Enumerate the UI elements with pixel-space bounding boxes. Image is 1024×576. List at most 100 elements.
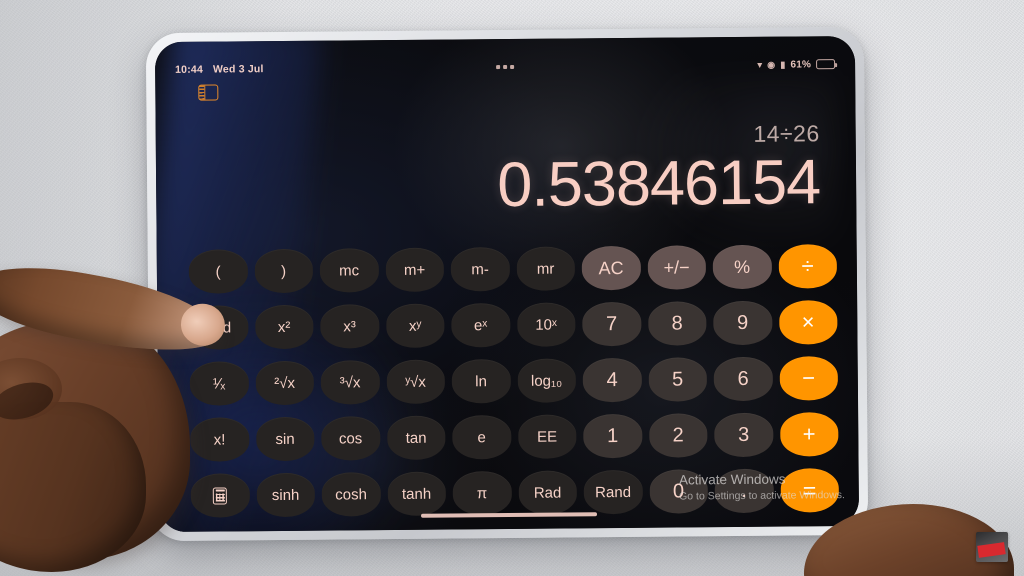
key-sign-toggle[interactable]: +/− bbox=[647, 245, 707, 290]
key-sin[interactable]: sin bbox=[255, 416, 315, 462]
key-second-function[interactable]: 2nd bbox=[189, 305, 249, 350]
key-cos[interactable]: cos bbox=[321, 416, 381, 461]
key-6-label: 6 bbox=[737, 367, 749, 390]
key-add[interactable]: + bbox=[779, 412, 839, 457]
key-percent[interactable]: % bbox=[712, 244, 772, 290]
key-2[interactable]: 2 bbox=[648, 413, 708, 458]
key-m-plus-label: m+ bbox=[403, 261, 426, 279]
multitask-dot bbox=[496, 65, 501, 70]
key-euler-label: e bbox=[477, 428, 486, 446]
key-x-squared[interactable]: x² bbox=[254, 304, 314, 350]
key-nth-root[interactable]: ʸ√x bbox=[386, 359, 446, 405]
calculator-display: 14÷26 0.53846154 bbox=[496, 120, 821, 221]
key-square-root[interactable]: ²√x bbox=[255, 360, 315, 406]
key-8-label: 8 bbox=[671, 311, 683, 335]
display-expression: 14÷26 bbox=[753, 120, 820, 147]
split-view-pane-right bbox=[205, 86, 217, 100]
key-cosh[interactable]: cosh bbox=[321, 472, 381, 517]
key-factorial[interactable]: x! bbox=[190, 417, 250, 462]
key-nth-root-label: ʸ√x bbox=[405, 373, 426, 391]
status-date: Wed 3 Jul bbox=[212, 63, 264, 76]
key-factorial-label: x! bbox=[213, 430, 226, 449]
key-random-label: Rand bbox=[595, 483, 632, 501]
status-time: 10:44 bbox=[175, 63, 204, 76]
key-cube-root-label: ³√x bbox=[339, 373, 361, 391]
key-calculator-mode[interactable] bbox=[190, 473, 250, 518]
key-1[interactable]: 1 bbox=[583, 413, 643, 459]
key-ten-power-x[interactable]: 10ˣ bbox=[516, 302, 576, 347]
windows-activation-watermark: Activate Windows Go to Settings to activ… bbox=[679, 470, 845, 504]
key-5[interactable]: 5 bbox=[648, 357, 708, 402]
split-view-icon[interactable] bbox=[198, 84, 219, 101]
key-m-plus[interactable]: m+ bbox=[385, 247, 445, 293]
key-x-power-y-label: xʸ bbox=[408, 317, 422, 335]
key-9-label: 9 bbox=[736, 311, 749, 334]
key-m-minus[interactable]: m- bbox=[450, 246, 510, 292]
signal-icon: ▮ bbox=[780, 59, 786, 70]
key-x-power-y[interactable]: xʸ bbox=[385, 303, 445, 349]
multitask-dot bbox=[503, 64, 508, 70]
key-6[interactable]: 6 bbox=[713, 356, 773, 402]
key-pi-label: π bbox=[476, 484, 488, 502]
key-divide-label: ÷ bbox=[801, 253, 814, 279]
tablet-screen[interactable]: 10:44 Wed 3 Jul ▾ ◉ ▮ 61% 14÷26 0.538461… bbox=[154, 35, 860, 533]
key-tan[interactable]: tan bbox=[386, 415, 446, 461]
battery-percent-label: 61% bbox=[790, 58, 812, 71]
wifi-icon: ▾ bbox=[757, 59, 763, 70]
key-add-label: + bbox=[802, 421, 816, 447]
key-mr[interactable]: mr bbox=[516, 246, 576, 291]
key-4[interactable]: 4 bbox=[582, 357, 642, 403]
key-subtract[interactable]: − bbox=[779, 356, 839, 401]
key-mc[interactable]: mc bbox=[319, 248, 379, 293]
corner-thumbnail bbox=[976, 532, 1008, 562]
key-reciprocal[interactable]: ¹⁄ₓ bbox=[189, 361, 249, 406]
key-all-clear[interactable]: AC bbox=[581, 245, 641, 291]
key-log-base-10[interactable]: log₁₀ bbox=[517, 358, 577, 403]
activation-title: Activate Windows bbox=[678, 471, 786, 488]
key-natural-log[interactable]: ln bbox=[451, 358, 511, 404]
key-x-squared-label: x² bbox=[277, 318, 291, 336]
key-exponent[interactable]: EE bbox=[517, 414, 577, 459]
photo-scene: 10:44 Wed 3 Jul ▾ ◉ ▮ 61% 14÷26 0.538461… bbox=[0, 0, 1024, 576]
key-x-cubed[interactable]: x³ bbox=[320, 304, 380, 349]
key-2-label: 2 bbox=[672, 423, 684, 447]
key-reciprocal-label: ¹⁄ₓ bbox=[212, 374, 226, 393]
key-second-function-label: 2nd bbox=[206, 318, 232, 337]
key-close-paren[interactable]: ) bbox=[254, 248, 314, 294]
key-divide[interactable]: ÷ bbox=[778, 244, 838, 289]
key-square-root-label: ²√x bbox=[274, 374, 296, 392]
key-7[interactable]: 7 bbox=[582, 301, 642, 347]
key-natural-log-label: ln bbox=[475, 372, 488, 390]
key-cube-root[interactable]: ³√x bbox=[320, 360, 380, 405]
rotation-lock-icon: ◉ bbox=[767, 59, 776, 70]
thumbnail-ribbon bbox=[977, 542, 1006, 558]
key-random[interactable]: Rand bbox=[583, 469, 643, 515]
key-9[interactable]: 9 bbox=[713, 300, 773, 346]
key-multiply-label: × bbox=[801, 309, 815, 335]
key-ten-power-x-label: 10ˣ bbox=[535, 316, 557, 334]
key-tanh-label: tanh bbox=[401, 485, 432, 503]
key-open-paren[interactable]: ( bbox=[188, 249, 248, 294]
tablet-device: 10:44 Wed 3 Jul ▾ ◉ ▮ 61% 14÷26 0.538461… bbox=[145, 26, 869, 542]
display-result: 0.53846154 bbox=[496, 147, 821, 221]
key-sinh-label: sinh bbox=[271, 486, 300, 504]
multitask-dot bbox=[510, 64, 515, 69]
key-3[interactable]: 3 bbox=[714, 412, 774, 458]
key-sign-toggle-label: +/− bbox=[663, 256, 690, 278]
key-3-label: 3 bbox=[737, 423, 750, 446]
status-bar-right: ▾ ◉ ▮ 61% bbox=[757, 58, 836, 71]
key-radians-label: Rad bbox=[533, 484, 562, 502]
key-cosh-label: cosh bbox=[335, 485, 367, 504]
key-pi[interactable]: π bbox=[452, 470, 512, 516]
key-tanh[interactable]: tanh bbox=[387, 471, 447, 517]
key-e-power-x[interactable]: eˣ bbox=[451, 302, 511, 348]
key-radians[interactable]: Rad bbox=[518, 470, 578, 515]
key-m-minus-label: m- bbox=[471, 260, 489, 278]
key-log-base-10-label: log₁₀ bbox=[530, 372, 563, 390]
key-multiply[interactable]: × bbox=[778, 300, 838, 345]
key-8[interactable]: 8 bbox=[647, 301, 707, 346]
key-euler[interactable]: e bbox=[452, 414, 512, 460]
key-open-paren-label: ( bbox=[215, 262, 221, 281]
key-sinh[interactable]: sinh bbox=[256, 472, 316, 518]
key-4-label: 4 bbox=[606, 368, 618, 391]
